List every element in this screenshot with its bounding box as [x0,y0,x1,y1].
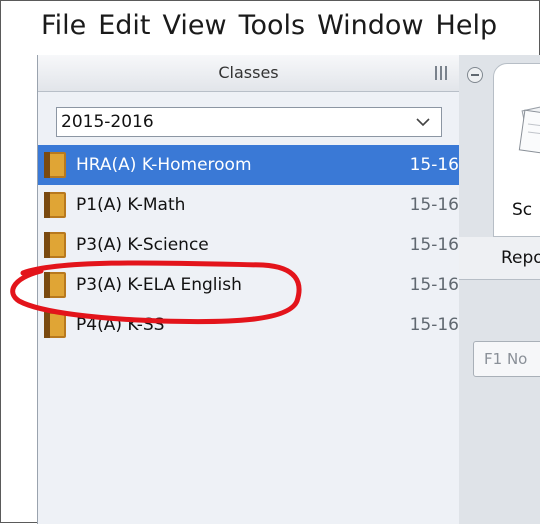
book-icon [44,312,66,338]
class-name: P3(A) K-Science [76,235,209,255]
class-year: 15-16 [409,195,459,215]
class-row-ela[interactable]: P3(A) K-ELA English 15-16 [38,265,459,305]
class-list: HRA(A) K-Homeroom 15-16 P1(A) K-Math 15-… [38,145,459,345]
classes-panel-header: Classes [38,55,459,92]
classes-panel: Classes 2015-2016 HRA(A) K-Homeroom 15-1… [37,55,460,524]
school-year-value: 2015-2016 [61,112,154,132]
class-name: HRA(A) K-Homeroom [76,155,252,175]
school-year-select[interactable]: 2015-2016 [56,107,442,137]
tool-card[interactable]: Sc [493,63,540,237]
class-year: 15-16 [409,315,459,335]
menu-view[interactable]: View [156,1,232,51]
class-row-science[interactable]: P3(A) K-Science 15-16 [38,225,459,265]
menu-bar: File Edit View Tools Window Help [1,1,539,51]
document-icon [518,104,540,155]
f1-key-label: F1 No [484,350,528,368]
chevron-down-icon[interactable] [405,108,441,136]
f1-key-field[interactable]: F1 No [473,341,540,377]
class-row-math[interactable]: P1(A) K-Math 15-16 [38,185,459,225]
class-row-homeroom[interactable]: HRA(A) K-Homeroom 15-16 [38,145,459,185]
report-label: Repo [501,248,540,268]
book-icon [44,192,66,218]
report-tab[interactable]: Repo [459,237,540,280]
class-name: P3(A) K-ELA English [76,275,242,295]
class-year: 15-16 [409,155,459,175]
right-panel: Sc Repo F1 No [459,55,540,524]
class-year: 15-16 [409,275,459,295]
menu-edit[interactable]: Edit [92,1,156,51]
menu-help[interactable]: Help [430,1,504,51]
grip-icon[interactable] [433,65,449,81]
book-icon [44,152,66,178]
book-icon [44,232,66,258]
book-icon [44,272,66,298]
app-window: File Edit View Tools Window Help Classes… [0,0,540,524]
menu-tools[interactable]: Tools [233,1,312,51]
collapse-icon[interactable] [467,67,483,83]
tool-card-label: Sc [512,200,533,220]
class-row-ss[interactable]: P4(A) K-SS 15-16 [38,305,459,345]
menu-file[interactable]: File [1,1,92,51]
class-name: P4(A) K-SS [76,315,165,335]
classes-panel-title: Classes [218,63,279,82]
class-name: P1(A) K-Math [76,195,186,215]
menu-window[interactable]: Window [311,1,429,51]
class-year: 15-16 [409,235,459,255]
